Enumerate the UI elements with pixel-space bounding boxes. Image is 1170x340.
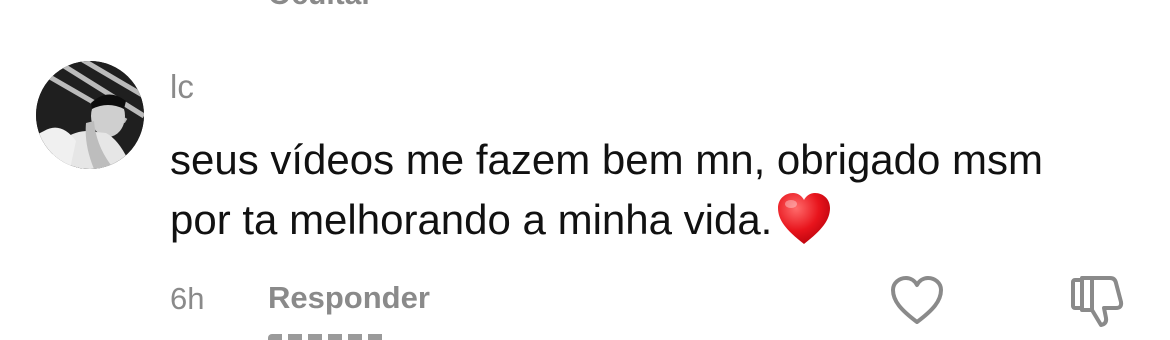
next-comment-cutoff (268, 334, 388, 340)
comment-username[interactable]: lc (170, 67, 194, 107)
comment-text: seus vídeos me fazem bem mn, obrigado ms… (170, 136, 1044, 243)
thumbs-down-outline-icon (1071, 276, 1124, 327)
like-button[interactable] (889, 274, 945, 326)
red-heart-emoji-icon (776, 192, 832, 262)
heart-outline-icon (891, 276, 943, 324)
avatar-photo (36, 61, 144, 169)
reply-button[interactable]: Responder (268, 278, 430, 318)
comment-body: seus vídeos me fazem bem mn, obrigado ms… (170, 130, 1070, 262)
comment-timestamp: 6h (170, 281, 205, 316)
previous-comment-hide-label[interactable]: Ocultar (268, 0, 373, 12)
dislike-button[interactable] (1068, 270, 1128, 330)
avatar[interactable] (36, 61, 144, 169)
